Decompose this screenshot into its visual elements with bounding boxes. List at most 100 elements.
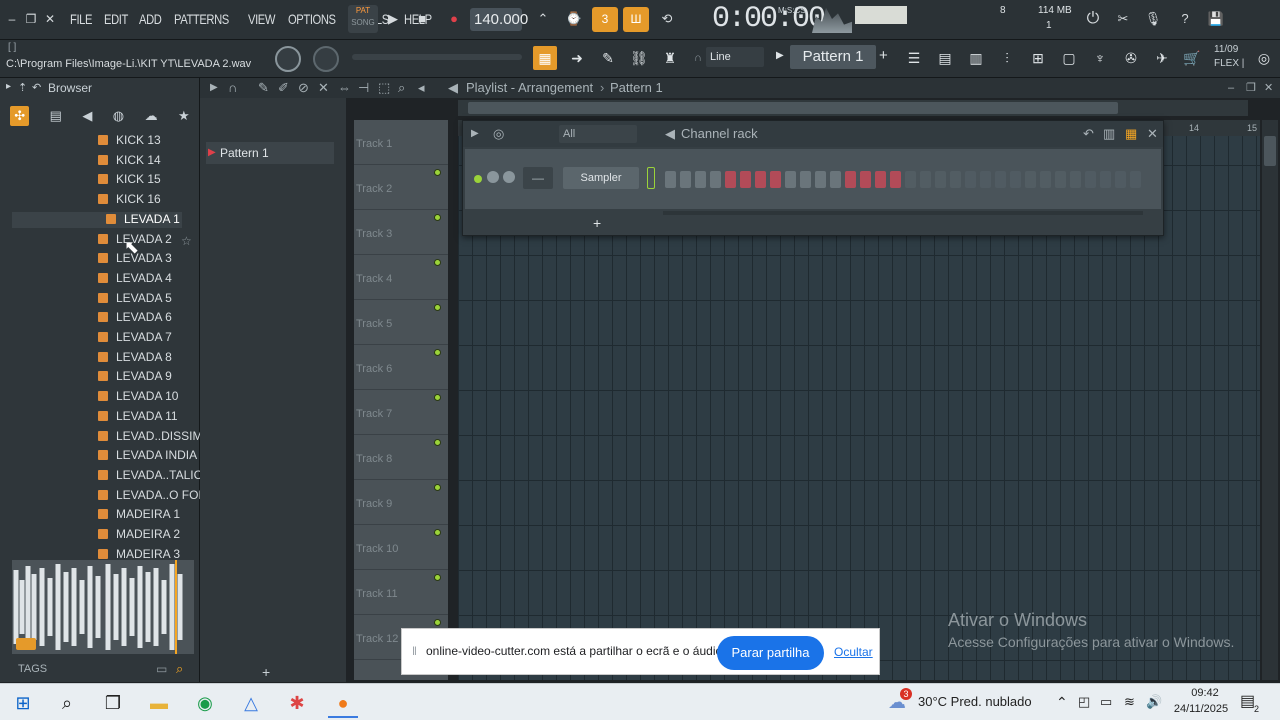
track-header[interactable]: Track 6 — [354, 345, 448, 401]
wifi-icon[interactable]: ≋ — [1124, 694, 1135, 710]
tab-world-icon[interactable]: ◍ — [113, 108, 124, 124]
playlist-menu-icon[interactable]: ▶ — [210, 78, 218, 98]
step-button[interactable] — [665, 171, 676, 188]
track-header[interactable]: Track 1 — [354, 120, 448, 176]
countdown-icon[interactable]: 3 — [592, 7, 618, 32]
slip-tool-icon[interactable]: ⇔ — [338, 78, 351, 98]
prev-pattern-icon[interactable]: ▶ — [776, 50, 784, 61]
step-edit-icon[interactable]: Ш — [623, 7, 649, 32]
browser-item[interactable]: LEVADA 11 — [98, 409, 178, 427]
tray-app-icon[interactable]: ◰ — [1078, 694, 1090, 710]
waveform-preview[interactable] — [12, 560, 194, 654]
delete-tool-icon[interactable]: ⊘ — [298, 78, 309, 98]
playlist-maximize-icon[interactable]: ❐ — [1246, 78, 1256, 98]
track-header[interactable]: Track 4 — [354, 255, 448, 311]
clock-time[interactable]: 09:42 — [1180, 687, 1230, 699]
master-volume-knob[interactable] — [275, 46, 301, 72]
browser-item[interactable]: MADEIRA 2 — [98, 527, 180, 545]
step-button[interactable] — [695, 171, 706, 188]
track-header[interactable]: Track 2 — [354, 165, 448, 221]
channel-name-button[interactable]: Sampler — [563, 167, 639, 189]
task-view-icon[interactable]: ❐ — [98, 688, 128, 718]
help-icon[interactable]: ? — [1174, 8, 1196, 30]
record-icon[interactable]: ● — [443, 8, 465, 30]
browser-item[interactable]: LEVAD..DISSIMA — [98, 429, 210, 447]
channel-mute-led[interactable] — [474, 175, 482, 183]
step-button[interactable] — [740, 171, 751, 188]
step-button[interactable] — [890, 171, 901, 188]
restore-icon[interactable]: ❐ — [23, 11, 39, 27]
undo-history-icon[interactable]: ⏻ — [1082, 8, 1104, 30]
save-icon[interactable]: 💾 — [1205, 8, 1227, 30]
hide-button[interactable]: Ocultar — [834, 645, 873, 659]
step-button[interactable] — [1010, 171, 1021, 188]
step-button[interactable] — [725, 171, 736, 188]
step-button[interactable] — [680, 171, 691, 188]
browser-item[interactable]: LEVADA 8 — [98, 350, 172, 368]
step-button[interactable] — [800, 171, 811, 188]
piano-roll-icon[interactable]: ▤ — [933, 46, 957, 70]
step-button[interactable] — [815, 171, 826, 188]
track-header[interactable]: Track 3 — [354, 210, 448, 266]
cut-icon[interactable]: ✂ — [1112, 8, 1134, 30]
typing-keyboard-icon[interactable]: ▦ — [533, 46, 557, 70]
stop-icon[interactable]: ■ — [411, 8, 433, 30]
step-button[interactable] — [1040, 171, 1051, 188]
favorite-star-icon[interactable]: ☆ — [181, 234, 192, 248]
playlist-icon[interactable]: ☰ — [902, 46, 926, 70]
pat-song-toggle[interactable]: PAT SONG — [348, 5, 378, 33]
browser-item[interactable]: KICK 16 — [98, 192, 161, 210]
browser-item[interactable]: MADEIRA 3 — [98, 547, 180, 565]
weather-text[interactable]: 30°C Pred. nublado — [918, 694, 1032, 709]
tab-all-icon[interactable]: ✣ — [10, 106, 30, 126]
playlist-close-icon[interactable]: ✕ — [1264, 78, 1273, 98]
vertical-scrollbar[interactable] — [1262, 120, 1278, 680]
browser-item[interactable]: LEVADA 4 — [98, 271, 172, 289]
play-icon[interactable]: ▶ — [382, 8, 404, 30]
step-button[interactable] — [770, 171, 781, 188]
metronome-icon[interactable]: ⌃ — [532, 8, 554, 30]
wait-icon[interactable]: ⌚ — [563, 8, 585, 30]
globe-icon[interactable]: ◎ — [1252, 46, 1276, 70]
step-button[interactable] — [1115, 171, 1126, 188]
channel-rack-graph-icon[interactable]: ▥ — [1103, 121, 1115, 147]
channel-select-indicator[interactable] — [647, 167, 655, 189]
step-button[interactable] — [1025, 171, 1036, 188]
step-button[interactable] — [980, 171, 991, 188]
channel-rack-icon[interactable]: ▥ — [964, 46, 988, 70]
browser-item[interactable]: LEVADA 3 — [98, 251, 172, 269]
step-button[interactable] — [950, 171, 961, 188]
loop-icon[interactable]: ⟲ — [656, 8, 678, 30]
browser-item[interactable]: LEVADA 5 — [98, 291, 172, 309]
track-header[interactable]: Track 9 — [354, 480, 448, 536]
windows-start-icon[interactable]: ⊞ — [8, 688, 38, 718]
zoom-tool-icon[interactable]: ⌕ — [398, 78, 405, 98]
browser-item[interactable]: LEVADA 7 — [98, 330, 172, 348]
step-button[interactable] — [845, 171, 856, 188]
step-button[interactable] — [860, 171, 871, 188]
wrench-icon[interactable]: ✇ — [1119, 46, 1143, 70]
file-explorer-icon[interactable]: ▬ — [144, 688, 174, 718]
stop-sharing-button[interactable]: Parar partilha — [717, 636, 824, 670]
pattern-selector[interactable]: Pattern 1 — [790, 45, 876, 69]
select-tool-icon[interactable]: ⬚ — [378, 78, 390, 98]
step-button[interactable] — [785, 171, 796, 188]
stamp-icon[interactable]: ♜ — [658, 46, 682, 70]
channel-rack-close-icon[interactable]: ✕ — [1147, 121, 1158, 147]
menu-patterns[interactable]: PATTERNS — [174, 11, 229, 27]
arrow-right-icon[interactable]: ➜ — [565, 46, 589, 70]
mute-tool-icon[interactable]: ✕ — [318, 78, 329, 98]
folder-icon[interactable]: ▭ — [156, 662, 167, 676]
cart-icon[interactable]: 🛒 — [1180, 46, 1204, 70]
step-button[interactable] — [1085, 171, 1096, 188]
step-button[interactable] — [875, 171, 886, 188]
browser-item[interactable]: KICK 15 — [98, 172, 161, 190]
channel-rack-scrollbar[interactable] — [663, 211, 1143, 215]
step-button[interactable] — [995, 171, 1006, 188]
tempo-display[interactable]: 140.000 — [470, 8, 528, 31]
browser-item[interactable]: LEVADA..O FODA — [98, 488, 215, 506]
volume-icon[interactable]: 🔊 — [1146, 694, 1162, 710]
playback-tool-icon[interactable]: ◂ — [418, 78, 425, 98]
track-header[interactable]: Track 10 — [354, 525, 448, 581]
channel-filter-select[interactable]: All — [559, 125, 637, 143]
